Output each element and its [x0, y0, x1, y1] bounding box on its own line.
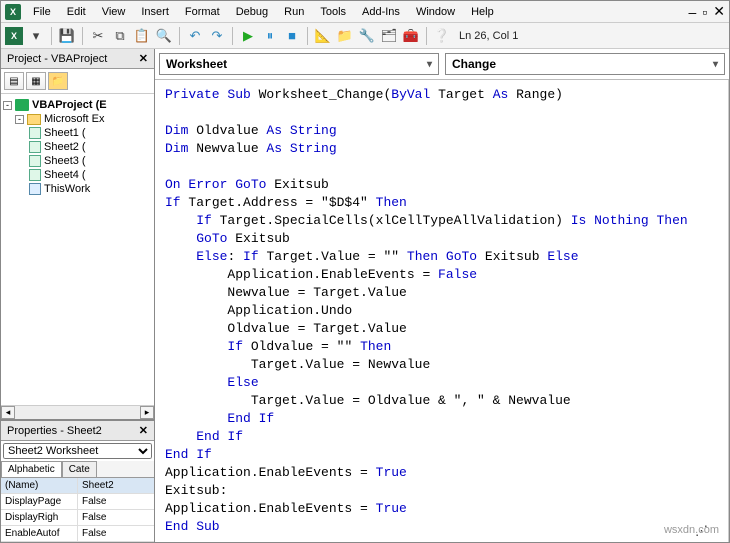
close-button[interactable]: ✕ — [713, 3, 725, 20]
chevron-down-icon: ▾ — [427, 59, 432, 70]
tree-sheet[interactable]: Sheet3 ( — [3, 154, 152, 168]
tree-sheet[interactable]: Sheet2 ( — [3, 140, 152, 154]
menu-run[interactable]: Run — [276, 4, 312, 20]
project-tree[interactable]: -VBAProject (E -Microsoft Ex Sheet1 (She… — [1, 94, 154, 405]
help-icon[interactable]: ❔ — [433, 27, 451, 45]
menu-view[interactable]: View — [94, 4, 134, 20]
code-editor[interactable]: Private Sub Worksheet_Change(ByVal Targe… — [155, 80, 729, 542]
menu-bar: X FileEditViewInsertFormatDebugRunToolsA… — [1, 1, 729, 23]
save-icon[interactable]: 💾 — [58, 27, 76, 45]
tree-sheet[interactable]: Sheet1 ( — [3, 126, 152, 140]
cut-icon[interactable]: ✂ — [89, 27, 107, 45]
procedure-dropdown[interactable]: Change▾ — [445, 53, 725, 75]
tab-categorized[interactable]: Cate — [62, 461, 97, 477]
property-row[interactable]: EnableAutofFalse — [1, 526, 154, 542]
stop-icon[interactable]: ■ — [283, 27, 301, 45]
object-selector[interactable]: Sheet2 Worksheet — [3, 443, 152, 459]
scroll-left-icon[interactable]: ◂ — [1, 406, 15, 419]
menu-file[interactable]: File — [25, 4, 59, 20]
tree-sheet[interactable]: Sheet4 ( — [3, 168, 152, 182]
property-row[interactable]: (Name)Sheet2 — [1, 478, 154, 494]
properties-panel-title: Properties - Sheet2 ✕ — [1, 421, 154, 441]
paste-icon[interactable]: 📋 — [133, 27, 151, 45]
copy-icon[interactable]: ⧉ — [111, 27, 129, 45]
minimize-button[interactable]: – — [689, 4, 697, 20]
restore-button[interactable]: ▫ — [702, 4, 707, 20]
menu-tools[interactable]: Tools — [312, 4, 354, 20]
app-icon: X — [5, 4, 21, 20]
menu-format[interactable]: Format — [177, 4, 228, 20]
view-code-icon[interactable]: ▤ — [4, 72, 24, 90]
menu-edit[interactable]: Edit — [59, 4, 94, 20]
tree-workbook: ThisWork — [3, 182, 152, 196]
cursor-position: Ln 26, Col 1 — [455, 30, 522, 42]
design-icon[interactable]: 📐 — [314, 27, 332, 45]
toolbox-icon[interactable]: 🧰 — [402, 27, 420, 45]
find-icon[interactable]: 🔍 — [155, 27, 173, 45]
toolbar: X ▾ 💾 ✂ ⧉ 📋 🔍 ↶ ↷ ▶ ⏸ ■ 📐 📁 🔧 🗂 🧰 ❔ Ln 2… — [1, 23, 729, 49]
menu-help[interactable]: Help — [463, 4, 502, 20]
excel-icon[interactable]: X — [5, 27, 23, 45]
properties-icon[interactable]: 🔧 — [358, 27, 376, 45]
menu-add-ins[interactable]: Add-Ins — [354, 4, 408, 20]
resize-grip[interactable]: ⋰ — [695, 523, 708, 539]
window-controls: – ▫ ✕ — [689, 3, 726, 20]
close-icon[interactable]: ✕ — [139, 424, 148, 437]
watermark: wsxdn.com — [664, 524, 719, 536]
project-icon[interactable]: 📁 — [336, 27, 354, 45]
property-row[interactable]: DisplayPageFalse — [1, 494, 154, 510]
view-object-icon[interactable]: ▦ — [26, 72, 46, 90]
menu-debug[interactable]: Debug — [228, 4, 276, 20]
close-icon[interactable]: ✕ — [139, 52, 148, 65]
object-dropdown[interactable]: Worksheet▾ — [159, 53, 439, 75]
tree-folder: -Microsoft Ex — [3, 112, 152, 126]
tree-project: -VBAProject (E — [3, 98, 152, 112]
run-icon[interactable]: ▶ — [239, 27, 257, 45]
scroll-right-icon[interactable]: ▸ — [140, 406, 154, 419]
project-panel-title: Project - VBAProject ✕ — [1, 49, 154, 69]
object-icon[interactable]: 🗂 — [380, 27, 398, 45]
menu-window[interactable]: Window — [408, 4, 463, 20]
property-row[interactable]: DisplayRighFalse — [1, 510, 154, 526]
toggle-folders-icon[interactable]: 📁 — [48, 72, 68, 90]
chevron-down-icon: ▾ — [713, 59, 718, 70]
tab-alphabetic[interactable]: Alphabetic — [1, 461, 62, 477]
dropdown-icon[interactable]: ▾ — [27, 27, 45, 45]
redo-icon[interactable]: ↷ — [208, 27, 226, 45]
undo-icon[interactable]: ↶ — [186, 27, 204, 45]
menu-insert[interactable]: Insert — [133, 4, 177, 20]
pause-icon[interactable]: ⏸ — [261, 27, 279, 45]
